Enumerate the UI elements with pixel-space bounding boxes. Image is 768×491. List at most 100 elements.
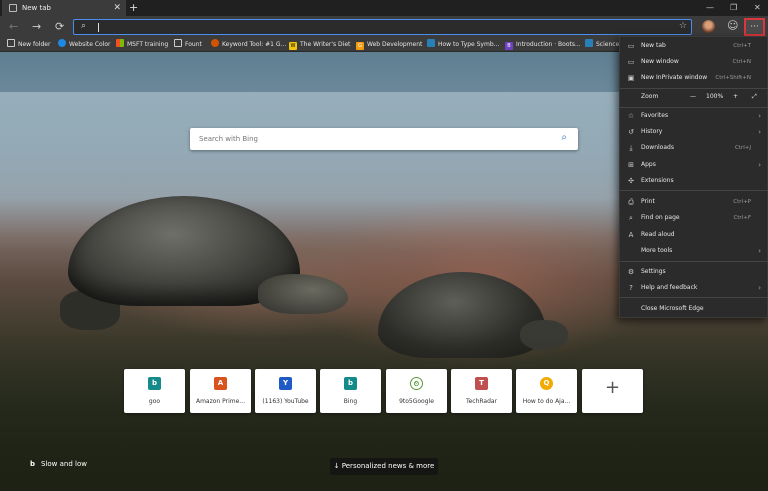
refresh-button[interactable]: ⟳ <box>55 19 64 34</box>
settings-menu: ▭ New tab Ctrl+T ▭ New window Ctrl+N ▣ New In… <box>619 36 768 318</box>
search-placeholder: Search with Bing <box>199 135 258 143</box>
history-icon: ↺ <box>628 128 634 136</box>
favorite-item[interactable]: Keyword Tool: #1 G... <box>211 37 286 52</box>
print-icon: ⎙ <box>628 198 634 206</box>
favorite-item[interactable]: MSFT training <box>116 37 168 52</box>
menu-item-extensions[interactable]: ✣ Extensions <box>620 174 768 188</box>
apps-icon: ⊞ <box>628 161 634 169</box>
quick-link-tile[interactable]: ⏲ 9to5Google <box>386 369 447 413</box>
bootstrap-icon: B <box>505 42 513 50</box>
menu-item-help-feedback[interactable]: ? Help and feedback › <box>620 281 768 295</box>
menu-item-new-inprivate[interactable]: ▣ New InPrivate window Ctrl+Shift+N <box>620 71 768 85</box>
plus-icon: + <box>604 377 621 398</box>
profile-avatar[interactable] <box>702 20 715 33</box>
forward-button[interactable]: → <box>32 19 41 34</box>
tab-title: New tab <box>22 4 51 12</box>
globe-icon <box>58 39 66 47</box>
help-icon: ? <box>629 284 633 292</box>
extensions-icon: ✣ <box>628 177 634 185</box>
find-icon: ⌕ <box>629 214 633 222</box>
chevron-right-icon: › <box>758 247 761 255</box>
menu-item-downloads[interactable]: ⤓ Downloads Ctrl+J <box>620 141 768 155</box>
search-icon: ⌕ <box>81 21 87 31</box>
zoom-level: 100% <box>706 93 724 100</box>
favorite-item[interactable]: W The Writer's Diet <box>289 37 350 52</box>
menu-item-settings[interactable]: ⚙ Settings <box>620 265 768 279</box>
window-icon: ▭ <box>627 58 635 66</box>
zoom-controls: — 100% + ⤢ <box>688 90 766 104</box>
bing-search-box[interactable]: Search with Bing ⌕ <box>190 128 578 150</box>
new-tab-icon: ▭ <box>627 42 635 50</box>
maximize-button[interactable]: ❐ <box>730 0 737 16</box>
favorite-item[interactable]: New folder <box>7 37 50 52</box>
download-icon: ⤓ <box>629 144 633 152</box>
menu-item-close-edge[interactable]: Close Microsoft Edge <box>620 302 768 316</box>
search-icon[interactable]: ⌕ <box>561 132 567 143</box>
writer-icon: W <box>289 42 297 50</box>
address-bar[interactable]: ⌕ ☆ <box>73 19 692 35</box>
menu-item-more-tools[interactable]: More tools › <box>620 244 768 258</box>
minimize-button[interactable]: — <box>706 0 714 16</box>
menu-item-favorites[interactable]: ☆ Favorites › <box>620 109 768 123</box>
fullscreen-icon[interactable]: ⤢ <box>752 90 757 104</box>
close-tab-icon[interactable]: ✕ <box>113 0 121 16</box>
quick-link-tile[interactable]: A Amazon Prime... <box>190 369 251 413</box>
chevron-right-icon: › <box>758 128 761 136</box>
favorite-item[interactable]: Science <box>585 37 619 52</box>
youtube-icon: Y <box>279 377 292 390</box>
chevron-right-icon: › <box>758 112 761 120</box>
bing-logo-icon: b <box>30 460 36 468</box>
inprivate-icon: ▣ <box>627 74 635 82</box>
microsoft-icon <box>116 39 124 47</box>
read-aloud-icon: A <box>628 231 634 239</box>
symbol-icon <box>427 39 435 47</box>
tab-new-tab[interactable]: New tab ✕ <box>2 0 126 16</box>
quick-link-tile[interactable]: b Bing <box>320 369 381 413</box>
menu-item-read-aloud[interactable]: A Read aloud <box>620 228 768 242</box>
menu-item-zoom: Zoom — 100% + ⤢ <box>620 90 768 104</box>
add-quick-link-button[interactable]: + <box>582 369 643 413</box>
browser-window: New tab ✕ + — ❐ ✕ ← → ⟳ ⌕ ☆ ☺ ··· New fo… <box>0 0 768 491</box>
page-icon <box>9 4 17 12</box>
favorite-item[interactable]: B Introduction · Boots... <box>505 37 581 52</box>
web-dev-icon: G <box>356 42 364 50</box>
favorite-item[interactable]: Fount <box>174 37 202 52</box>
favorite-item[interactable]: G Web Development <box>356 37 422 52</box>
quick-link-tile[interactable]: T TechRadar <box>451 369 512 413</box>
favorite-item[interactable]: Website Color <box>58 37 111 52</box>
clock-icon: ⏲ <box>410 377 423 390</box>
back-button[interactable]: ← <box>9 19 18 34</box>
menu-item-history[interactable]: ↺ History › <box>620 125 768 139</box>
close-window-button[interactable]: ✕ <box>754 0 761 16</box>
star-list-icon: ☆ <box>627 112 635 120</box>
arrow-down-icon: ↓ <box>333 462 342 470</box>
favorite-item[interactable]: How to Type Symb... <box>427 37 499 52</box>
quick-link-tile[interactable]: Q How to do Aja... <box>516 369 577 413</box>
bing-icon: b <box>148 377 161 390</box>
search-quick-icon: Q <box>540 377 553 390</box>
tab-strip: New tab ✕ + — ❐ ✕ <box>0 0 768 16</box>
page-icon <box>174 39 182 47</box>
chevron-right-icon: › <box>758 161 761 169</box>
tortoise-head <box>258 274 348 314</box>
image-credit[interactable]: b Slow and low <box>30 460 87 468</box>
menu-item-apps[interactable]: ⊞ Apps › <box>620 158 768 172</box>
new-tab-button[interactable]: + <box>129 0 138 16</box>
quick-link-tile[interactable]: Y (1163) YouTube <box>255 369 316 413</box>
personalized-news-button[interactable]: ↓ Personalized news & more <box>330 458 438 475</box>
amazon-icon: A <box>214 377 227 390</box>
feedback-smiley-icon[interactable]: ☺ <box>727 19 738 32</box>
quick-link-tile[interactable]: b goo <box>124 369 185 413</box>
techradar-icon: T <box>475 377 488 390</box>
settings-and-more-button[interactable]: ··· <box>744 18 765 36</box>
folder-icon <box>7 39 15 47</box>
menu-item-new-tab[interactable]: ▭ New tab Ctrl+T <box>620 39 768 53</box>
zoom-out-button[interactable]: — <box>690 90 696 104</box>
menu-item-new-window[interactable]: ▭ New window Ctrl+N <box>620 55 768 69</box>
menu-item-print[interactable]: ⎙ Print Ctrl+P <box>620 195 768 209</box>
favorite-star-icon[interactable]: ☆ <box>679 21 687 31</box>
gear-icon: ⚙ <box>627 268 635 276</box>
text-caret <box>98 23 99 32</box>
zoom-in-button[interactable]: + <box>733 90 738 104</box>
menu-item-find-on-page[interactable]: ⌕ Find on page Ctrl+F <box>620 211 768 225</box>
